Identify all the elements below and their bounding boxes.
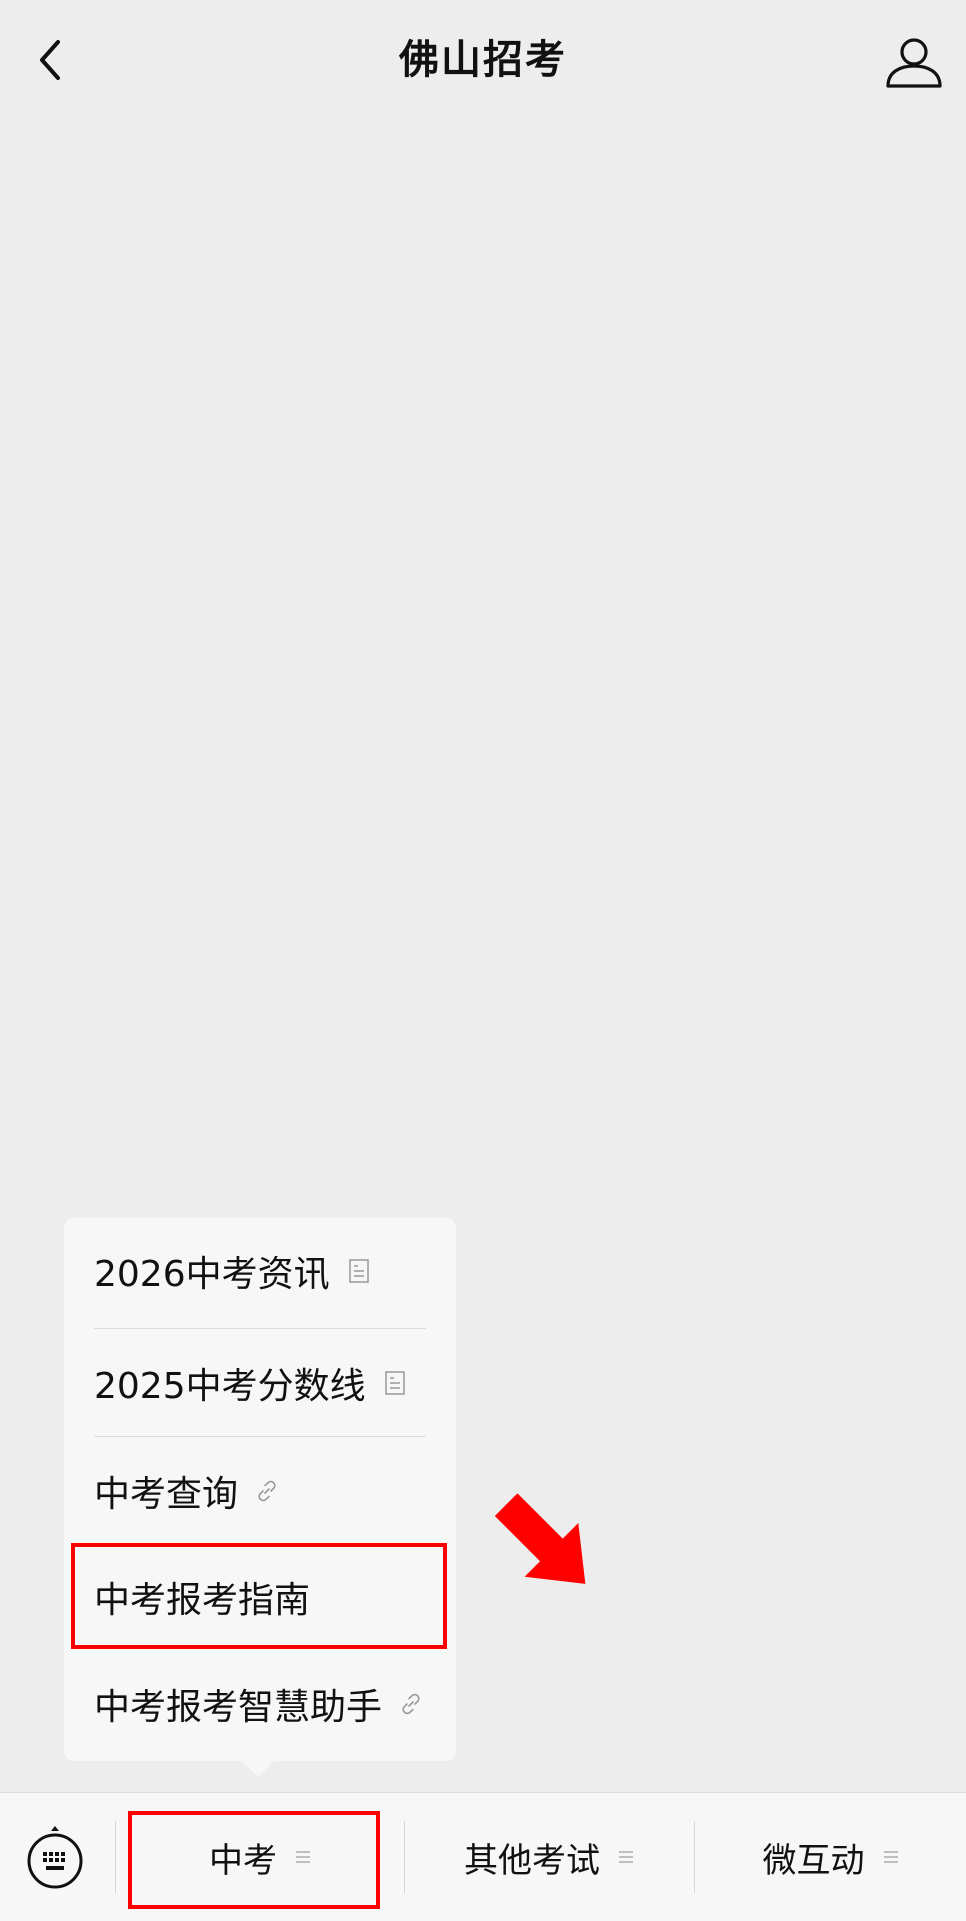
document-icon — [384, 1371, 405, 1395]
menu-item-2025-scores[interactable]: 2025中考分数线 — [94, 1330, 426, 1436]
menu-divider — [94, 1328, 426, 1329]
menu-item-label: 中考报考智慧助手 — [94, 1687, 383, 1728]
menu-item-label: 中考报考指南 — [94, 1580, 311, 1621]
popup-caret — [242, 1761, 274, 1777]
top-nav-bar: 佛山招考 — [0, 0, 966, 120]
keyboard-icon[interactable] — [22, 1825, 88, 1891]
bottom-tab-bar: 中考 其他考试 微互动 — [0, 1792, 966, 1921]
menu-item-smart-assistant[interactable]: 中考报考智慧助手 — [94, 1651, 426, 1757]
tab-zhongkao[interactable]: 中考 — [116, 1793, 404, 1921]
tab-label: 其他考试 — [464, 1840, 600, 1881]
tab-label: 微互动 — [762, 1840, 865, 1881]
user-icon[interactable] — [882, 30, 946, 94]
menu-lines-icon — [883, 1851, 898, 1863]
tab-label: 中考 — [209, 1840, 277, 1881]
menu-item-2026-news[interactable]: 2026中考资讯 — [94, 1218, 426, 1324]
red-arrow-icon — [494, 1493, 586, 1584]
document-icon — [348, 1259, 369, 1283]
menu-divider — [94, 1436, 426, 1437]
link-icon — [258, 1480, 276, 1502]
menu-item-label: 中考查询 — [94, 1474, 239, 1515]
page-title: 佛山招考 — [399, 37, 567, 83]
menu-item-label: 2025中考分数线 — [94, 1366, 366, 1407]
tab-micro-interaction[interactable]: 微互动 — [695, 1793, 966, 1921]
menu-item-label: 2026中考资讯 — [94, 1254, 330, 1295]
menu-lines-icon — [296, 1851, 310, 1863]
popup-menu: 2026中考资讯 2025中考分数线 中考查询 中考报考指南 中考报考智慧助手 — [64, 1218, 456, 1761]
menu-item-exam-guide[interactable]: 中考报考指南 — [94, 1544, 426, 1650]
tab-other-exams[interactable]: 其他考试 — [405, 1793, 693, 1921]
link-icon — [402, 1693, 420, 1715]
menu-lines-icon — [619, 1851, 633, 1863]
menu-item-exam-query[interactable]: 中考查询 — [94, 1438, 426, 1544]
